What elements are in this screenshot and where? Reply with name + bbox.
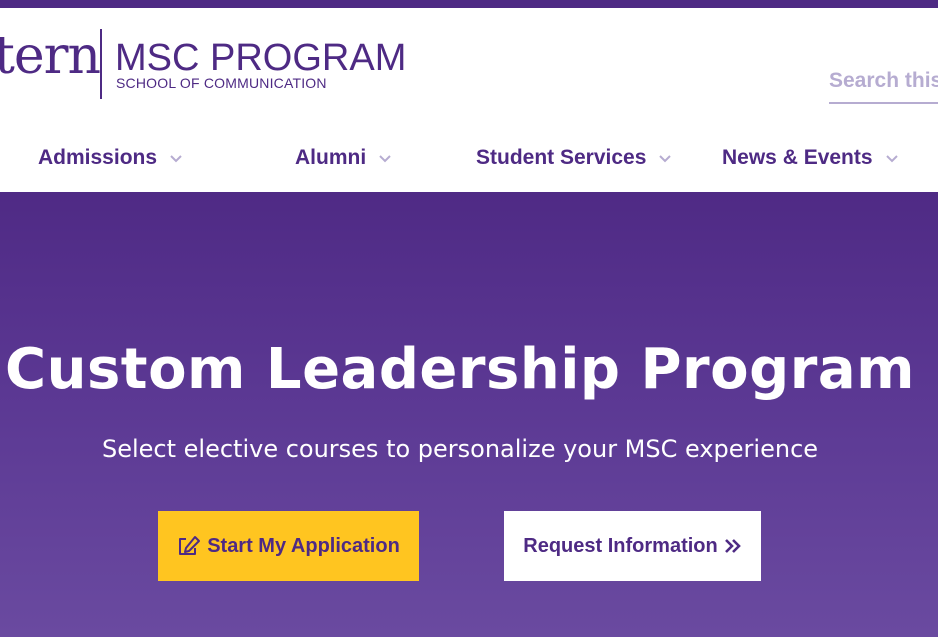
site-header: tern MSC PROGRAM SCHOOL OF COMMUNICATION… bbox=[0, 8, 938, 192]
nav-item-student-services[interactable]: Student Services bbox=[476, 144, 672, 172]
nav-item-news-events[interactable]: News & Events bbox=[722, 144, 899, 172]
nav-item-label: Alumni bbox=[295, 146, 367, 169]
hero-subtitle: Select elective courses to personalize y… bbox=[101, 435, 819, 463]
start-application-button[interactable]: Start My Application bbox=[158, 511, 419, 581]
request-information-button[interactable]: Request Information bbox=[504, 511, 761, 581]
nav-item-label: Student Services bbox=[476, 146, 647, 169]
chevron-down-icon bbox=[169, 153, 183, 163]
logo-subtitle: SCHOOL OF COMMUNICATION bbox=[116, 75, 327, 91]
search-field bbox=[829, 64, 938, 104]
hero-banner: Custom Leadership Program Select electiv… bbox=[0, 192, 938, 637]
edit-icon bbox=[177, 535, 201, 557]
chevron-down-icon bbox=[658, 153, 672, 163]
nav-item-alumni[interactable]: Alumni bbox=[295, 144, 392, 172]
request-information-label: Request Information bbox=[523, 534, 718, 557]
start-application-label: Start My Application bbox=[207, 534, 400, 557]
logo-wordmark: tern bbox=[0, 26, 101, 86]
chevron-down-icon bbox=[378, 153, 392, 163]
double-chevron-right-icon bbox=[724, 538, 742, 554]
nav-item-label: Admissions bbox=[38, 146, 158, 169]
logo-divider bbox=[100, 29, 102, 99]
nav-item-admissions[interactable]: Admissions bbox=[38, 144, 183, 172]
nav-item-label: News & Events bbox=[722, 146, 873, 169]
search-input[interactable] bbox=[829, 64, 938, 98]
hero-title: Custom Leadership Program bbox=[5, 337, 915, 402]
chevron-down-icon bbox=[885, 153, 899, 163]
logo-title: MSC PROGRAM bbox=[115, 37, 407, 79]
top-accent-bar bbox=[0, 0, 938, 8]
